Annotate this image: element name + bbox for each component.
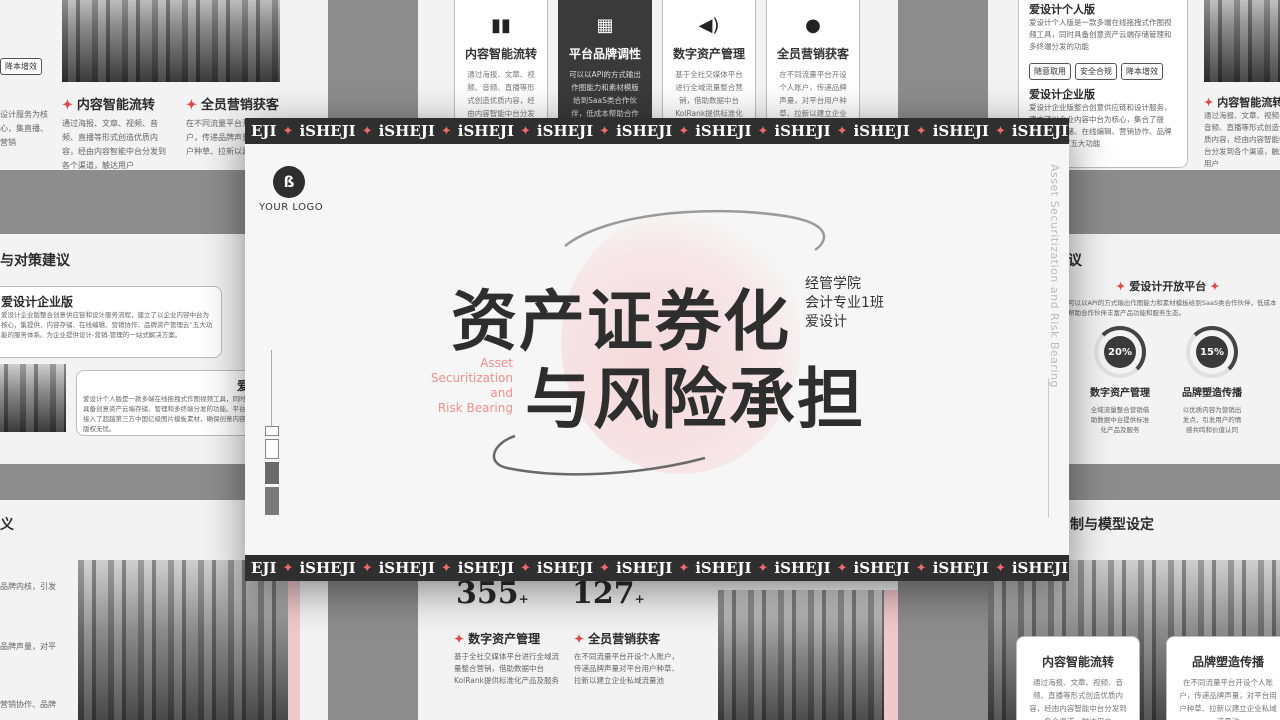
metric-value: 15%	[1196, 336, 1228, 368]
user-icon: ●	[805, 15, 821, 36]
card-body: 爱设计企业版整合创意供应链和设计服务流程，建立了以企业内容中台为核心，集提供、内…	[1, 311, 213, 339]
title-slide: EJI ✦ iSHEJI ✦ iSHEJI ✦ iSHEJI ✦ iSHEJI ✦ iSHEJI ✦ i…	[245, 118, 1069, 581]
slide-heading: 制与模型设定	[1070, 517, 1154, 533]
calendar-icon: ▦	[596, 15, 614, 36]
feature-card: 内容智能流转 通过海报、文章、视频、音频、直播等形式创造优质内容，经由内容智能中…	[1016, 636, 1140, 720]
city-photo	[62, 0, 280, 82]
tag-row: 随意取用 安全合规 降本增效	[1029, 59, 1177, 80]
card-title: 内容智能流转	[1041, 655, 1114, 669]
item-body: 通过海报、文章、视频、音频、直播等形式创造优质内容，经由内容智能中台分发到各个渠…	[1204, 111, 1280, 168]
metric-body: 以优质内容为营销出发点，引发用户的情感共鸣和价值认同	[1182, 406, 1242, 434]
star-icon: ✦	[186, 98, 197, 113]
metric-label: 数字资产管理	[1090, 388, 1150, 399]
pink-accent	[884, 590, 898, 720]
subtitle-block: 经管学院 会计专业1班 爱设计	[805, 275, 884, 332]
metric: 20% 数字资产管理 全域流量整合营销借助数据中台提供标准化产品及服务	[1090, 326, 1150, 435]
item-title: 数字资产管理	[468, 632, 541, 646]
english-title: Asset Securitization and Risk Bearing	[430, 356, 513, 415]
metric-body: 全域流量整合营销借助数据中台提供标准化产品及服务	[1090, 406, 1150, 434]
card-body: 爱设计个人版是一款多端在线拖拽式作图视频工具，同时具备创意资产云端存储、管理和多…	[83, 395, 246, 433]
card-title: 爱	[236, 379, 246, 393]
item-title: 全员营销获客	[588, 632, 661, 646]
slide-heading: 义	[0, 517, 14, 533]
tag: 降本增效	[0, 58, 42, 75]
item-body: 基于全社交媒体平台进行全域流量整合营销，借助数据中台KolRank提供标准化产品…	[454, 652, 559, 685]
item-title: 全员营销获客	[200, 98, 279, 113]
info-card: 爱设计企业版 爱设计企业版整合创意供应链和设计服务流程，建立了以企业内容中台为核…	[0, 286, 222, 358]
pink-accent	[288, 580, 300, 720]
body-line: 营销协作、品牌	[0, 700, 56, 709]
item: ✦ 内容智能流转 通过海报、文章、视频、音频、直播等形式创造优质内容，经由内容智能…	[62, 94, 172, 170]
subtitle-line: 会计专业1班	[805, 295, 884, 311]
metric-value: 20%	[1104, 336, 1136, 368]
card-body: 通过海报、文章、视频、音频、直播等形式创造优质内容，经由内容智能中台分发到各个渠…	[1029, 678, 1127, 720]
item-title: 内容智能流转	[76, 98, 155, 113]
stat-value: 355+	[456, 576, 529, 611]
vertical-divider	[1048, 378, 1049, 518]
city-photo	[78, 560, 288, 720]
stat-value: 127+	[572, 576, 645, 611]
card-title: 数字资产管理	[673, 47, 746, 61]
subtitle-line: 爱设计	[805, 314, 847, 330]
city-photo	[718, 590, 884, 720]
card-body: 在不同流量平台开设个人账户，传递品牌声量，对平台用户种草、拉新以建立企业	[779, 70, 847, 118]
body-line: 品牌内核，引发	[0, 582, 56, 591]
body-line: 品牌声量，对平	[0, 642, 56, 651]
star-icon: ✦	[454, 632, 465, 646]
left-divider	[271, 350, 272, 426]
card-title: 平台品牌调性	[569, 47, 642, 61]
bg-slide-mid-right: 议 ✦ 爱设计开放平台 ✦ 可以以API的方式输出作图能力和素材模板给到SaaS类合…	[1068, 234, 1280, 464]
tag: 安全合规	[1075, 63, 1117, 80]
left-body: 设计服务为核心，集直播、营销	[0, 110, 48, 147]
card-title: 全员营销获客	[777, 47, 850, 61]
star-icon: ✦	[62, 98, 73, 113]
feature-card: 品牌塑造传播 在不同流量平台开设个人账户，传递品牌声量，对平台用户种草、拉新以建…	[1166, 636, 1280, 720]
city-photo	[1204, 0, 1280, 82]
megaphone-icon: ◀)	[698, 15, 720, 36]
item: ✦ 内容智能流转 通过海报、文章、视频、音频、直播等形式创造优质内容，经由内容智能…	[1204, 94, 1280, 170]
card-body: 爱设计个人版是一款多端在线拖拽式作图视频工具，同时具备创意资产云端存储管理和多终…	[1029, 18, 1172, 51]
card-body: 通过海报、文章、视频、音频、直播等形式创造优质内容，经由内容智能中台分发	[467, 70, 535, 118]
item-body: 通过海报、文章、视频、音频、直播等形式创造优质内容，经由内容智能中台分发到各个渠…	[62, 119, 166, 170]
metric: 15% 品牌塑造传播 以优质内容为营销出发点，引发用户的情感共鸣和价值认同	[1180, 326, 1244, 435]
card-body: 在不同流量平台开设个人账户，传递品牌声量，对平台用户种草、拉新以建立企业私域流量…	[1179, 678, 1277, 720]
item-title: 内容智能流转	[1217, 96, 1280, 109]
info-card: 爱 爱设计个人版是一款多端在线拖拽式作图视频工具，同时具备创意资产云端存储、管理…	[76, 370, 246, 436]
progress-ring: 15%	[1186, 326, 1238, 378]
star-icon: ✦	[574, 632, 585, 646]
star-icon: ✦	[1204, 96, 1214, 109]
star-icon: ✦	[1210, 280, 1220, 293]
item-body: 在不同流量平台开设个人账户，传递品牌声量对平台用户种草、拉新以建立企业私域流量池	[574, 652, 679, 685]
bg-slide-mid-left: 与对策建议 爱设计企业版 爱设计企业版整合创意供应链和设计服务流程，建立了以企业…	[0, 234, 246, 464]
card-title: 品牌塑造传播	[1191, 655, 1264, 669]
progress-blocks	[265, 426, 279, 518]
vertical-english-text: Asset Securitization and Risk Bearing	[1048, 164, 1061, 388]
section-title: 爱设计开放平台	[1129, 280, 1207, 293]
city-photo	[0, 364, 66, 432]
star-icon: ✦	[1116, 280, 1126, 293]
progress-ring: 20%	[1094, 326, 1146, 378]
subtitle-line: 经管学院	[805, 276, 861, 292]
card-title: 爱设计企业版	[1029, 88, 1095, 101]
title-line-2: 与风险承担	[525, 360, 865, 438]
bar-chart-icon: ▮▮	[491, 15, 511, 36]
tag: 降本增效	[1121, 63, 1163, 80]
item: ✦ 全员营销获客 在不同流量平台开设个人账户，传递品牌声量对平台用户种草、拉新以建…	[574, 630, 684, 687]
tag: 随意取用	[1029, 63, 1071, 80]
card-title: 爱设计个人版	[1029, 3, 1095, 16]
section-body: 可以以API的方式输出作图能力和素材模板给到SaaS类合作伙伴，低成本帮助合作伙…	[1068, 299, 1277, 317]
card-title: 爱设计企业版	[1, 295, 74, 309]
slide-heading: 议	[1068, 253, 1082, 269]
item: ✦ 数字资产管理 基于全社交媒体平台进行全域流量整合营销，借助数据中台KolRan…	[454, 630, 564, 687]
card-title: 内容智能流转	[465, 47, 538, 61]
metric-label: 品牌塑造传播	[1182, 388, 1242, 399]
slide-heading: 与对策建议	[0, 253, 70, 269]
